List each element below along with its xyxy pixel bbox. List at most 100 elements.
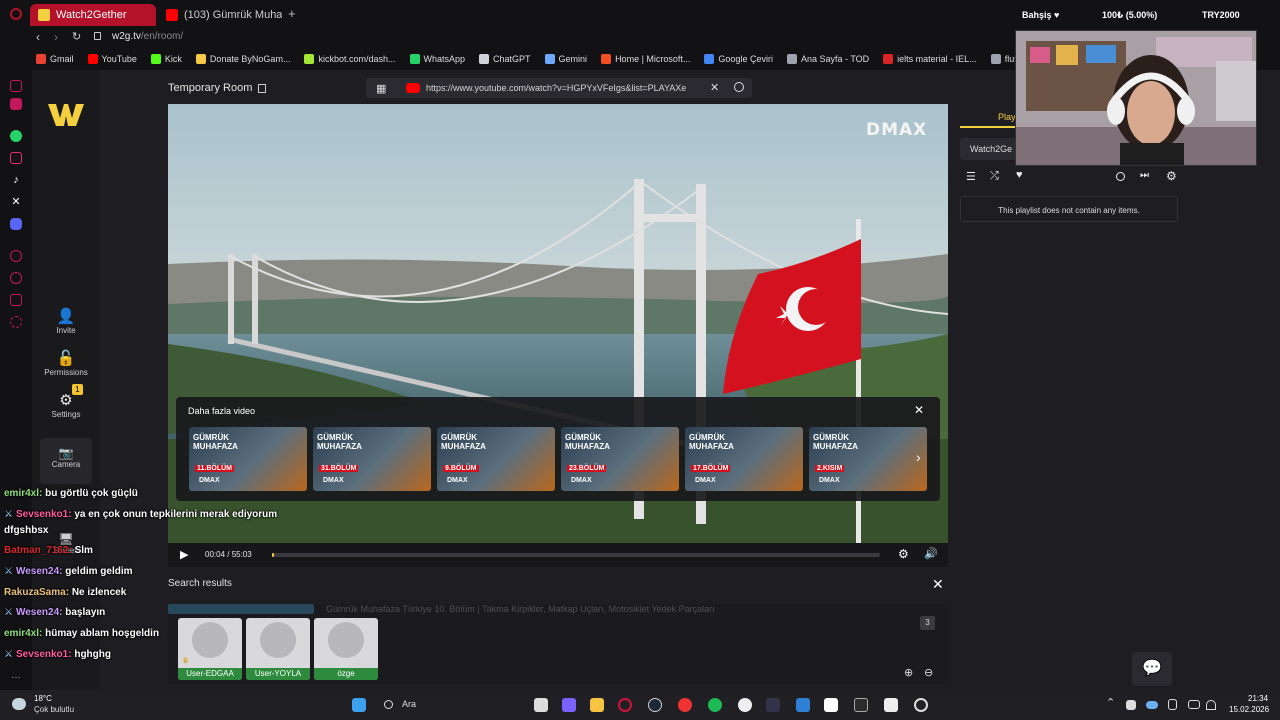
progress-bar[interactable] (272, 553, 880, 557)
instagram-icon[interactable] (10, 152, 22, 164)
app-blue-icon[interactable] (738, 698, 752, 712)
settings-button[interactable]: ⚙ Settings 1 (32, 384, 100, 419)
windows-taskbar: 18°C Çok bulutlu Ara ⌃ 21:34 15.02.2026 (0, 690, 1280, 720)
bookmark-icon (304, 54, 315, 64)
video-thumbnail[interactable]: GÜMRÜK MUHAFAZA 9.BÖLÜM DMAX (437, 427, 555, 491)
skip-icon[interactable]: ⏭ (1140, 170, 1149, 181)
tray-security-icon[interactable] (1168, 699, 1177, 710)
discord-icon[interactable] (10, 218, 22, 230)
permissions-button[interactable]: 🔓 Permissions (32, 350, 100, 377)
monitor-icon[interactable] (1188, 700, 1200, 709)
extensions-icon[interactable] (10, 294, 22, 306)
playlist-empty-box: This playlist does not contain any items… (960, 196, 1178, 222)
zoom-out-icon[interactable]: ⊖ (924, 666, 933, 679)
search-icon[interactable] (734, 82, 744, 92)
bookmark-item[interactable]: ielts material - IEL... (883, 54, 977, 64)
user-name: User-YOYLA (246, 668, 310, 680)
bookmark-item[interactable]: kickbot.com/dash... (304, 54, 396, 64)
chat-message: emir4xl: hümay ablam hoşgeldin (4, 628, 159, 639)
task-view-icon[interactable] (534, 698, 548, 712)
volume-icon[interactable]: 🔊 (924, 547, 938, 560)
playlist-name-field[interactable]: Watch2Ge (960, 138, 1016, 160)
chat-text: geldim geldim (65, 566, 133, 577)
bookmark-item[interactable]: Kick (150, 54, 182, 64)
chevron-right-icon[interactable]: › (916, 449, 921, 465)
sword-icon: ⚔ (4, 566, 13, 577)
watch2gether-logo[interactable] (48, 102, 84, 126)
tray-app-icon[interactable] (1126, 700, 1136, 710)
vscode-icon[interactable] (796, 698, 810, 712)
video-url-input[interactable] (426, 81, 704, 95)
copy-icon[interactable] (258, 83, 267, 93)
invite-button[interactable]: 👤 Invite (32, 308, 100, 335)
notion-icon[interactable] (824, 698, 838, 712)
more-icon[interactable]: … (10, 670, 22, 682)
wifi-icon[interactable] (1206, 700, 1216, 710)
bookmark-item[interactable]: Home | Microsoft... (601, 54, 690, 64)
heart-icon[interactable]: ♥ (1016, 169, 1023, 181)
camera-button[interactable]: 📷 Camera (40, 438, 92, 484)
tray-chevron-icon[interactable]: ⌃ (1106, 696, 1115, 709)
close-icon[interactable]: ✕ (914, 403, 924, 417)
sword-icon: ⚔ (4, 649, 13, 660)
steam-icon[interactable] (648, 698, 662, 712)
bookmark-item[interactable]: Google Çeviri (704, 54, 773, 64)
shuffle-icon[interactable]: ⤮ (990, 170, 999, 183)
app-white-icon[interactable] (884, 698, 898, 712)
gmail-icon[interactable] (10, 98, 22, 110)
file-explorer-icon[interactable] (590, 698, 604, 712)
clear-icon[interactable]: ✕ (710, 81, 719, 94)
copilot-icon[interactable] (562, 698, 576, 712)
tray-cloud-icon[interactable] (1146, 701, 1158, 709)
reload-icon[interactable]: ↻ (72, 30, 81, 43)
url-field[interactable]: w2g.tv/en/room/ (112, 31, 183, 42)
gear-icon[interactable]: ⚙ (898, 547, 909, 561)
opera-icon[interactable] (618, 698, 632, 712)
bookmark-item[interactable]: YouTube (87, 54, 137, 64)
room-title[interactable]: Temporary Room (168, 82, 267, 94)
video-thumbnail[interactable]: GÜMRÜK MUHAFAZA 17.BÖLÜM DMAX (685, 427, 803, 491)
obs-icon[interactable] (914, 698, 928, 712)
app-dark-icon[interactable] (766, 698, 780, 712)
search-result-title[interactable]: Gümrük Muhafaza Türkiye 10. Bölüm | Takm… (326, 604, 715, 614)
tab-watch2gether[interactable]: Watch2Gether (30, 4, 156, 26)
bookmark-item[interactable]: Donate ByNoGam... (195, 54, 290, 64)
video-thumbnail[interactable]: GÜMRÜK MUHAFAZA 23.BÖLÜM DMAX (561, 427, 679, 491)
whatsapp-icon[interactable] (10, 130, 22, 142)
clock-icon[interactable] (10, 272, 22, 284)
taskbar-search[interactable]: Ara (376, 695, 516, 715)
app-red-icon[interactable] (678, 698, 692, 712)
x-icon[interactable]: ✕ (10, 196, 22, 208)
sword-icon: ⚔ (4, 607, 13, 618)
back-icon[interactable]: ‹ (36, 30, 40, 44)
epic-games-icon[interactable] (854, 698, 868, 712)
youtube-favicon-icon (166, 9, 178, 21)
bookmark-item[interactable]: WhatsApp (409, 54, 465, 64)
spotify-icon[interactable] (708, 698, 722, 712)
video-player[interactable]: DMAX Daha fazla video ✕ GÜMRÜK MUHAFAZA 1… (168, 104, 948, 543)
video-thumbnail[interactable]: GÜMRÜK MUHAFAZA 2.KISIM DMAX (809, 427, 927, 491)
tab-youtube[interactable]: (103) Gümrük Muhafaza Tü (158, 4, 282, 26)
zoom-in-icon[interactable]: ⊕ (904, 666, 913, 679)
gear-icon[interactable]: ⚙ (1166, 169, 1177, 183)
video-thumbnail[interactable]: GÜMRÜK MUHAFAZA 31.BÖLÜM DMAX (313, 427, 431, 491)
bookmark-item[interactable]: ChatGPT (479, 54, 531, 64)
chat-button[interactable]: 💬 (1132, 652, 1172, 686)
history-icon[interactable] (10, 250, 22, 262)
list-icon[interactable]: ☰ (966, 170, 976, 183)
tiktok-icon[interactable]: ♪ (10, 174, 22, 186)
bookmark-item[interactable]: Ana Sayfa - TOD (786, 54, 869, 64)
search-icon[interactable] (1116, 172, 1125, 181)
grid-icon[interactable]: ▦ (376, 82, 386, 95)
messenger-icon[interactable] (10, 80, 22, 92)
video-thumbnail[interactable]: GÜMRÜK MUHAFAZA 11.BÖLÜM DMAX (189, 427, 307, 491)
new-tab-button[interactable]: + (288, 6, 296, 21)
thumbnail-episode: 23.BÖLÜM (567, 465, 607, 472)
bookmark-item[interactable]: Gmail (36, 54, 74, 64)
forward-icon[interactable]: › (54, 30, 58, 44)
close-icon[interactable]: ✕ (932, 576, 944, 593)
windows-start-icon[interactable] (352, 698, 366, 712)
gear-icon[interactable] (10, 316, 22, 328)
browser-menu-icon[interactable] (10, 8, 22, 20)
bookmark-item[interactable]: Gemini (544, 54, 587, 64)
